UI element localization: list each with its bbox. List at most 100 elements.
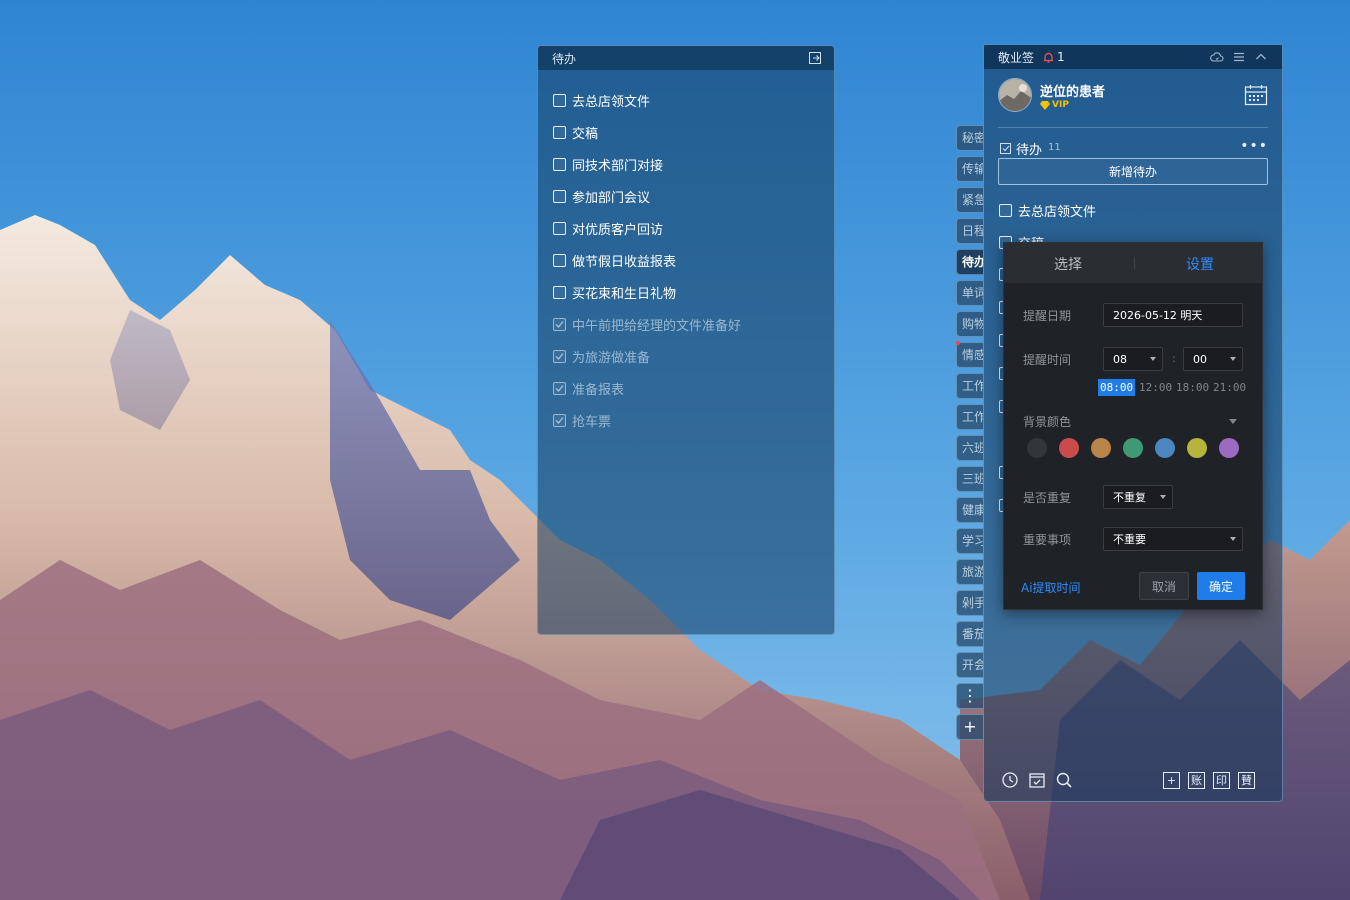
exit-widget-icon[interactable] bbox=[808, 51, 822, 65]
side-tab[interactable]: 日程 bbox=[956, 218, 984, 244]
avatar[interactable] bbox=[998, 78, 1032, 112]
reminder-settings-popup: 选择 设置 提醒日期 2026-05-12 明天 提醒时间 08 : 00 08… bbox=[1003, 242, 1263, 610]
time-preset-2100[interactable]: 21:00 bbox=[1211, 379, 1248, 396]
check-icon bbox=[555, 384, 564, 392]
side-tab[interactable]: 待办 bbox=[956, 249, 984, 275]
sponsor-button[interactable]: 賛 bbox=[1238, 772, 1255, 789]
side-tab[interactable]: 传输 bbox=[956, 156, 984, 182]
todo-checkbox[interactable] bbox=[553, 413, 566, 427]
todo-text: 对优质客户回访 bbox=[572, 222, 664, 238]
list-item[interactable]: 参加部门会议 bbox=[538, 180, 834, 212]
color-swatch[interactable] bbox=[1091, 438, 1111, 458]
side-tab[interactable]: 工作 bbox=[956, 373, 984, 399]
list-item[interactable]: 去总店领文件 bbox=[999, 201, 1096, 220]
color-swatch[interactable] bbox=[1219, 438, 1239, 458]
confirm-button[interactable]: 确定 bbox=[1197, 572, 1245, 600]
repeat-value: 不重复 bbox=[1113, 491, 1146, 504]
remind-time-label: 提醒时间 bbox=[1023, 353, 1072, 367]
side-tab[interactable]: 健康 bbox=[956, 497, 984, 523]
color-swatch[interactable] bbox=[1187, 438, 1207, 458]
side-tab[interactable]: 单词 bbox=[956, 280, 984, 306]
side-tab[interactable]: 情感 bbox=[956, 342, 984, 368]
list-item[interactable]: 中午前把给经理的文件准备好 bbox=[538, 308, 834, 340]
search-icon[interactable] bbox=[1055, 771, 1073, 789]
color-swatch[interactable] bbox=[1027, 438, 1047, 458]
todo-checkbox-icon bbox=[1000, 143, 1011, 154]
tab-settings[interactable]: 设置 bbox=[1186, 254, 1214, 274]
minute-select[interactable]: 00 bbox=[1183, 347, 1243, 371]
print-button[interactable]: 印 bbox=[1213, 772, 1230, 789]
color-swatch[interactable] bbox=[1059, 438, 1079, 458]
todo-checkbox[interactable] bbox=[553, 317, 566, 331]
color-swatch[interactable] bbox=[1123, 438, 1143, 458]
side-tab[interactable]: 剁手 bbox=[956, 590, 984, 616]
todo-checkbox[interactable] bbox=[553, 381, 566, 395]
todo-checkbox[interactable] bbox=[553, 349, 566, 363]
side-tab[interactable]: 紧急 bbox=[956, 187, 984, 213]
todo-checkbox[interactable] bbox=[553, 125, 566, 139]
list-item[interactable]: 抢车票 bbox=[538, 404, 834, 436]
more-tabs-button[interactable]: ⋮ bbox=[956, 683, 984, 709]
side-tab[interactable]: 购物 bbox=[956, 311, 984, 337]
calendar-icon[interactable] bbox=[1244, 84, 1268, 106]
chevron-down-icon bbox=[1150, 357, 1156, 361]
todo-text: 参加部门会议 bbox=[572, 190, 651, 206]
list-item[interactable]: 去总店领文件 bbox=[538, 84, 834, 116]
side-tab[interactable]: 三班 bbox=[956, 466, 984, 492]
unread-dot bbox=[956, 341, 960, 345]
add-tab-button[interactable]: + bbox=[956, 714, 984, 740]
list-item[interactable]: 准备报表 bbox=[538, 372, 834, 404]
check-icon bbox=[555, 352, 564, 360]
time-preset-1800[interactable]: 18:00 bbox=[1174, 379, 1211, 396]
todo-checkbox[interactable] bbox=[553, 93, 566, 107]
ai-extract-time-link[interactable]: Ai提取时间 bbox=[1021, 579, 1081, 596]
tab-select[interactable]: 选择 bbox=[1054, 254, 1082, 274]
color-swatch[interactable] bbox=[1155, 438, 1175, 458]
todo-checkbox[interactable] bbox=[999, 204, 1012, 217]
clock-icon[interactable] bbox=[1001, 771, 1019, 789]
add-note-button[interactable]: + bbox=[1163, 772, 1180, 789]
side-tab[interactable]: 旅游 bbox=[956, 559, 984, 585]
hour-select[interactable]: 08 bbox=[1103, 347, 1163, 371]
side-tab[interactable]: 学习 bbox=[956, 528, 984, 554]
floating-todo-list: 去总店领文件交稿 同技术部门对接参加部门会议 对优质客户回访做节假日收益报表 买花束和… bbox=[538, 70, 834, 436]
list-item[interactable]: 为旅游做准备 bbox=[538, 340, 834, 372]
more-options-icon[interactable]: ••• bbox=[1240, 138, 1268, 154]
collapse-icon[interactable] bbox=[1254, 50, 1268, 64]
todo-checkbox[interactable] bbox=[553, 253, 566, 267]
todo-text: 去总店领文件 bbox=[572, 94, 651, 110]
chevron-down-icon[interactable] bbox=[1229, 419, 1237, 424]
repeat-label: 是否重复 bbox=[1023, 491, 1072, 505]
list-item[interactable]: 交稿 bbox=[538, 116, 834, 148]
cloud-sync-icon[interactable] bbox=[1210, 50, 1224, 64]
chevron-down-icon bbox=[1160, 495, 1166, 499]
todo-checkbox[interactable] bbox=[553, 189, 566, 203]
list-item[interactable]: 做节假日收益报表 bbox=[538, 244, 834, 276]
panel-footer: + 账 印 賛 bbox=[984, 761, 1282, 801]
side-tab[interactable]: 工作 bbox=[956, 404, 984, 430]
list-item[interactable]: 买花束和生日礼物 bbox=[538, 276, 834, 308]
todo-checkbox[interactable] bbox=[553, 157, 566, 171]
floating-widget-header[interactable]: 待办 bbox=[538, 46, 834, 70]
side-tab[interactable]: 开会 bbox=[956, 652, 984, 678]
list-item[interactable]: 对优质客户回访 bbox=[538, 212, 834, 244]
important-select[interactable]: 不重要 bbox=[1103, 527, 1243, 551]
cancel-button[interactable]: 取消 bbox=[1139, 572, 1189, 600]
todo-icon[interactable] bbox=[1028, 771, 1046, 789]
app-titlebar[interactable]: 敬业签 1 bbox=[984, 45, 1282, 69]
chevron-down-icon bbox=[1230, 357, 1236, 361]
todo-checkbox[interactable] bbox=[553, 285, 566, 299]
side-tab[interactable]: 番茄 bbox=[956, 621, 984, 647]
remind-date-field[interactable]: 2026-05-12 明天 bbox=[1103, 303, 1243, 327]
list-item[interactable]: 同技术部门对接 bbox=[538, 148, 834, 180]
repeat-select[interactable]: 不重复 bbox=[1103, 485, 1173, 509]
time-preset-1200[interactable]: 12:00 bbox=[1137, 379, 1174, 396]
todo-checkbox[interactable] bbox=[553, 221, 566, 235]
side-tab[interactable]: 六班 bbox=[956, 435, 984, 461]
ledger-button[interactable]: 账 bbox=[1188, 772, 1205, 789]
side-tab[interactable]: 秘密 bbox=[956, 125, 984, 151]
time-preset-0800[interactable]: 08:00 bbox=[1098, 379, 1136, 396]
reminder-bell[interactable]: 1 bbox=[1042, 50, 1065, 64]
add-todo-button[interactable]: 新增待办 bbox=[998, 158, 1268, 185]
menu-icon[interactable] bbox=[1232, 50, 1246, 64]
